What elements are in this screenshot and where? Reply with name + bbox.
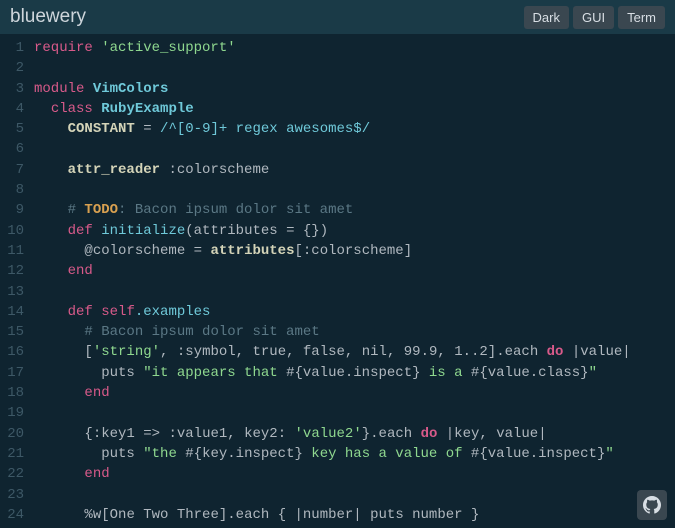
line-number: 12 xyxy=(0,261,24,281)
line-number: 7 xyxy=(0,160,24,180)
line-number: 19 xyxy=(0,403,24,423)
dark-button[interactable]: Dark xyxy=(524,6,569,29)
code-line: @colorscheme = attributes[:colorscheme] xyxy=(34,241,675,261)
code-line: end xyxy=(34,464,675,484)
code-line: end xyxy=(34,383,675,403)
line-number: 5 xyxy=(0,119,24,139)
line-number-gutter: 123456789101112131415161718192021222324 xyxy=(0,38,34,528)
code-line: {:key1 => :value1, key2: 'value2'}.each … xyxy=(34,424,675,444)
scheme-title: bluewery xyxy=(10,6,86,28)
line-number: 8 xyxy=(0,180,24,200)
code-line: %w[One Two Three].each { |number| puts n… xyxy=(34,505,675,525)
code-line: ['string', :symbol, true, false, nil, 99… xyxy=(34,342,675,362)
code-line xyxy=(34,485,675,505)
line-number: 3 xyxy=(0,79,24,99)
code-line: class RubyExample xyxy=(34,99,675,119)
line-number: 16 xyxy=(0,342,24,362)
gui-button[interactable]: GUI xyxy=(573,6,614,29)
code-line: puts "it appears that #{value.inspect} i… xyxy=(34,363,675,383)
code-area: 123456789101112131415161718192021222324 … xyxy=(0,34,675,528)
code-line: CONSTANT = /^[0-9]+ regex awesomes$/ xyxy=(34,119,675,139)
line-number: 10 xyxy=(0,221,24,241)
code-line xyxy=(34,282,675,302)
line-number: 13 xyxy=(0,282,24,302)
term-button[interactable]: Term xyxy=(618,6,665,29)
line-number: 4 xyxy=(0,99,24,119)
code-line: # Bacon ipsum dolor sit amet xyxy=(34,322,675,342)
code-content: require 'active_support'module VimColors… xyxy=(34,38,675,528)
line-number: 11 xyxy=(0,241,24,261)
code-line: # TODO: Bacon ipsum dolor sit amet xyxy=(34,200,675,220)
code-line: require 'active_support' xyxy=(34,38,675,58)
code-line: attr_reader :colorscheme xyxy=(34,160,675,180)
line-number: 15 xyxy=(0,322,24,342)
line-number: 24 xyxy=(0,505,24,525)
code-line xyxy=(34,139,675,159)
code-line: module VimColors xyxy=(34,79,675,99)
line-number: 17 xyxy=(0,363,24,383)
line-number: 23 xyxy=(0,485,24,505)
line-number: 14 xyxy=(0,302,24,322)
github-link[interactable] xyxy=(637,490,667,520)
line-number: 6 xyxy=(0,139,24,159)
line-number: 2 xyxy=(0,58,24,78)
code-line: end xyxy=(34,261,675,281)
line-number: 20 xyxy=(0,424,24,444)
line-number: 1 xyxy=(0,38,24,58)
line-number: 21 xyxy=(0,444,24,464)
code-line xyxy=(34,180,675,200)
line-number: 18 xyxy=(0,383,24,403)
code-line xyxy=(34,403,675,423)
github-icon xyxy=(643,496,661,514)
code-line: puts "the #{key.inspect} key has a value… xyxy=(34,444,675,464)
code-line: def initialize(attributes = {}) xyxy=(34,221,675,241)
code-line xyxy=(34,58,675,78)
line-number: 22 xyxy=(0,464,24,484)
button-group: Dark GUI Term xyxy=(524,6,665,29)
header-bar: bluewery Dark GUI Term xyxy=(0,0,675,34)
code-line: def self.examples xyxy=(34,302,675,322)
line-number: 9 xyxy=(0,200,24,220)
